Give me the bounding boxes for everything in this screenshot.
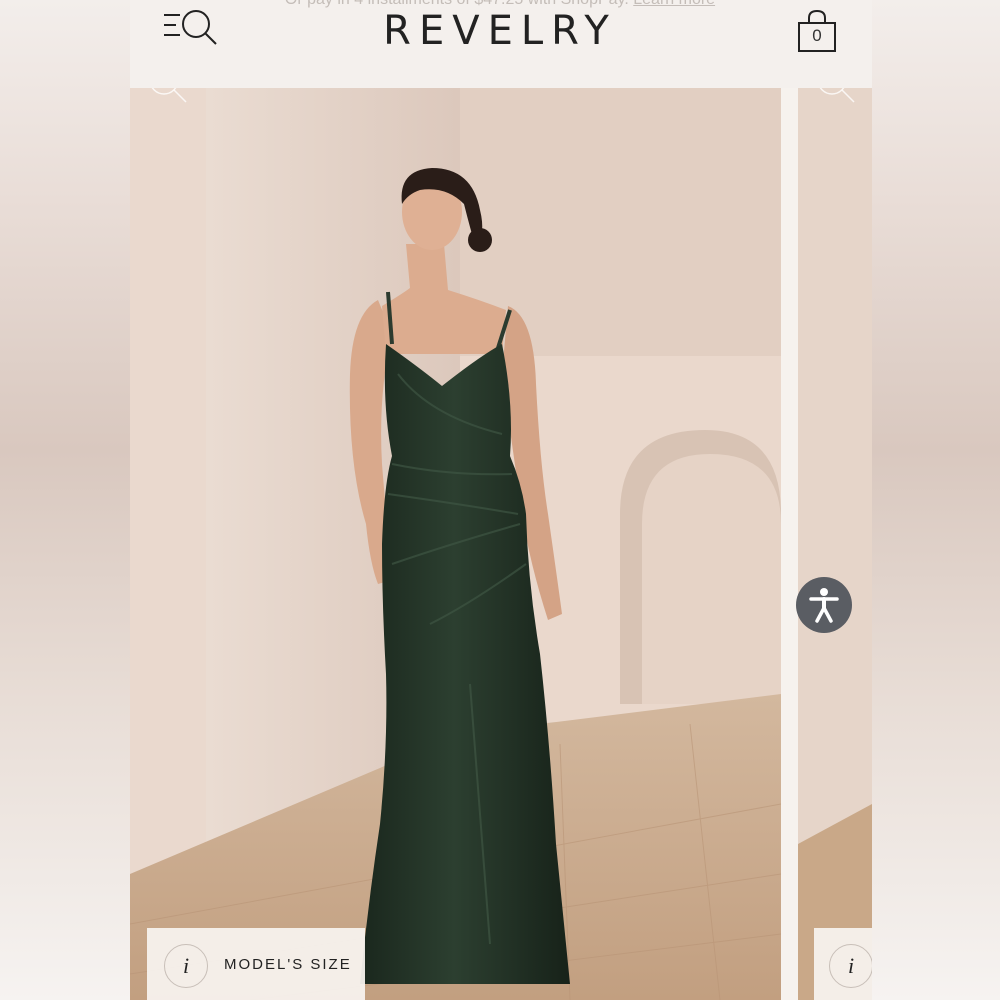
product-photo — [130, 44, 781, 1000]
menu-search-button[interactable] — [160, 5, 222, 49]
brand-logo[interactable]: REVELRY — [300, 8, 700, 54]
slide-gutter — [781, 44, 798, 1000]
product-image-main[interactable]: i MODEL'S SIZE — [130, 44, 781, 1000]
accessibility-button[interactable] — [796, 577, 852, 633]
promo-brand: Pay. — [598, 0, 629, 8]
cart-button[interactable]: 0 — [796, 9, 838, 53]
product-photo-next — [798, 44, 872, 1000]
menu-search-icon — [164, 10, 217, 45]
info-icon: i — [164, 944, 208, 988]
cart-count: 0 — [812, 26, 822, 45]
mobile-screen: i MODEL'S SIZE i REVELRY 0 — [130, 0, 872, 1000]
info-icon: i — [829, 944, 872, 988]
product-image-next[interactable]: i — [798, 44, 872, 1000]
site-header: Or pay in 4 installments of $47.25 with … — [130, 0, 872, 88]
learn-more-link[interactable]: Learn more — [633, 0, 715, 8]
models-size-label: MODEL'S SIZE — [224, 956, 352, 973]
promo-text: Or pay in 4 installments of $47.25 with … — [285, 0, 598, 8]
models-size-button[interactable]: i MODEL'S SIZE — [147, 928, 365, 1000]
models-size-button-next[interactable]: i — [814, 928, 872, 1000]
product-image-carousel[interactable]: i MODEL'S SIZE i — [130, 44, 872, 1000]
accessibility-person-icon — [809, 588, 839, 623]
